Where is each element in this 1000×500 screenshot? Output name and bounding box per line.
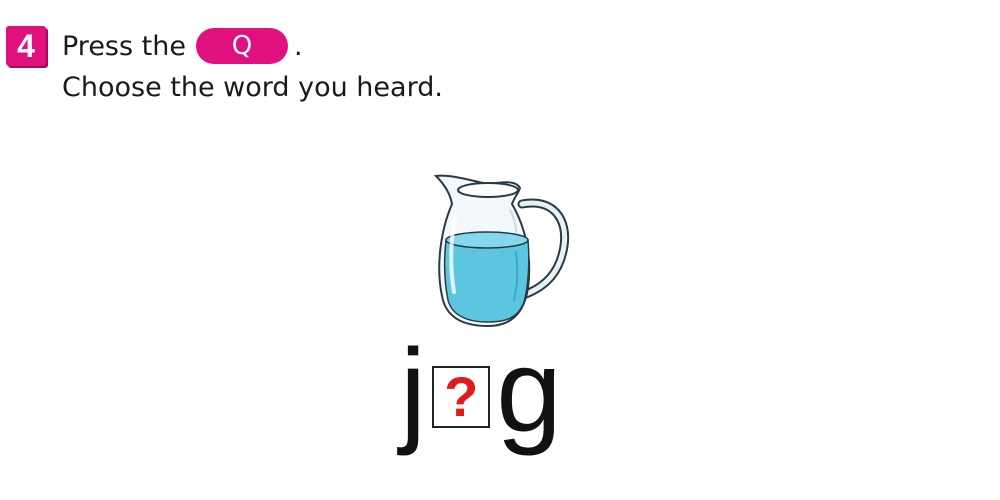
q-play-button[interactable]: Q (195, 28, 288, 64)
instruction-suffix: . (293, 30, 303, 62)
water-pitcher-icon (433, 174, 570, 328)
instruction-line-2: Choose the word you heard. (62, 72, 443, 103)
word-first-letter: j (400, 325, 427, 457)
word-last-letter: g (496, 325, 562, 457)
target-word: j ? g (400, 330, 562, 450)
step-number-badge: 4 (6, 26, 46, 66)
missing-letter-box[interactable]: ? (432, 366, 491, 428)
instruction-prefix: Press the (62, 30, 186, 62)
instruction-line-1: Press the Q . (62, 26, 303, 66)
